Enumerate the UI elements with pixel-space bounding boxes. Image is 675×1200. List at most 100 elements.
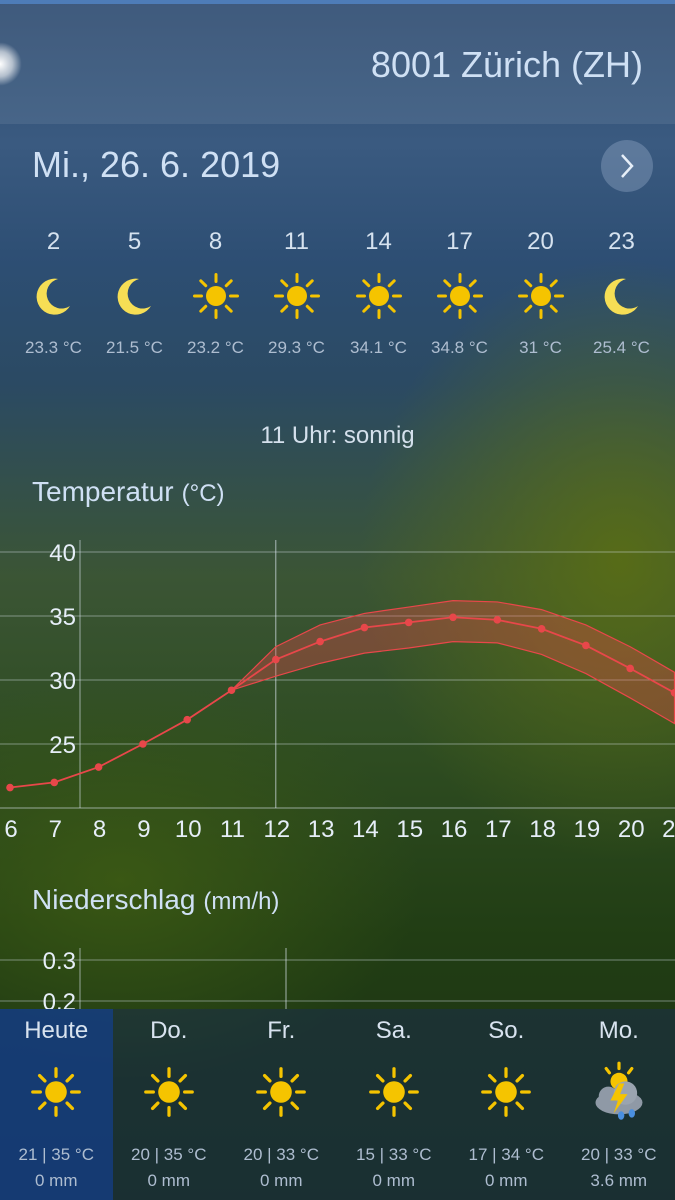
city-name[interactable]: 8001 Zürich (ZH) (371, 44, 643, 86)
hour-label: 5 (127, 228, 142, 255)
x-tick-label: 9 (137, 816, 150, 843)
moon-icon (13, 266, 94, 326)
sun-icon (113, 1057, 226, 1127)
hour-column[interactable]: 20 31 °C (500, 226, 581, 358)
hour-label: 23 (608, 228, 635, 255)
hour-temp: 25.4 °C (593, 338, 650, 357)
temperature-point (537, 625, 546, 633)
condition-text: 11 Uhr: sonnig (260, 422, 415, 449)
day-name: So. (488, 1017, 525, 1044)
y-tick-label: 0.2 (43, 989, 76, 1009)
temperature-chart[interactable]: 40 35 30 25 6 7 8 9 10 11 12 13 14 15 16 17 18 19 20 21 (0, 540, 675, 850)
hour-temp: 34.8 °C (431, 338, 488, 357)
hour-temp: 34.1 °C (350, 338, 407, 357)
day-temps: 21 | 35 °C (18, 1145, 94, 1164)
hour-label: 11 (284, 228, 309, 255)
day-precip: 0 mm (372, 1171, 416, 1190)
y-tick-label: 25 (49, 732, 76, 759)
y-tick-label: 40 (49, 540, 76, 567)
hour-temp: 29.3 °C (268, 338, 325, 357)
day-column[interactable]: Do. 20 | 35 °C 0 mm (112, 1009, 226, 1200)
sun-icon (450, 1057, 563, 1127)
hour-temp: 23.2 °C (187, 338, 244, 357)
temperature-point (6, 783, 14, 792)
date-label: Mi., 26. 6. 2019 (32, 144, 281, 185)
temperature-point (272, 655, 280, 664)
hour-temp: 23.3 °C (25, 338, 82, 357)
hour-label: 17 (446, 228, 473, 255)
x-tick-label: 14 (352, 816, 379, 843)
temperature-point (50, 778, 59, 787)
day-column[interactable]: Fr. 20 | 33 °C 0 mm (225, 1009, 338, 1200)
hour-label: 8 (208, 228, 223, 255)
x-tick-label: 11 (220, 816, 245, 843)
x-tick-label: 13 (308, 816, 335, 843)
temperature-point (404, 618, 413, 627)
x-tick-label: 6 (4, 816, 17, 843)
sun-icon (0, 1057, 113, 1127)
day-temps: 20 | 33 °C (581, 1145, 657, 1164)
precipitation-title: Niederschlag (mm/h) (32, 884, 279, 916)
day-temps: 17 | 34 °C (468, 1145, 544, 1164)
temperature-point (227, 686, 236, 695)
day-name: Fr. (267, 1017, 296, 1044)
chevron-right-icon (621, 154, 634, 178)
x-tick-label: 8 (93, 816, 106, 843)
x-tick-label: 10 (175, 816, 202, 843)
x-tick-label: 12 (263, 816, 290, 843)
temperature-point (94, 763, 103, 771)
sun-icon (256, 266, 337, 326)
day-name: Do. (150, 1017, 188, 1044)
precipitation-unit: (mm/h) (203, 888, 280, 915)
sun-icon (419, 266, 500, 326)
day-temps: 20 | 33 °C (243, 1145, 319, 1164)
x-tick-label: 18 (529, 816, 556, 843)
hour-label: 20 (527, 228, 554, 255)
hour-column[interactable]: 14 34.1 °C (338, 226, 419, 358)
hour-column[interactable]: 5 21.5 °C (94, 226, 175, 358)
temperature-point (360, 623, 369, 632)
day-precip: 0 mm (147, 1171, 191, 1190)
x-tick-label: 21 (662, 816, 675, 843)
hour-column[interactable]: 23 25.4 °C (581, 226, 662, 358)
moon-icon (581, 266, 662, 326)
date-bar: Mi., 26. 6. 2019 (0, 122, 675, 207)
day-precip: 0 mm (260, 1171, 303, 1190)
day-temps: 20 | 35 °C (131, 1145, 207, 1164)
temperature-point (316, 637, 324, 646)
thunderstorm-icon (563, 1057, 675, 1127)
temperature-point (582, 641, 590, 650)
day-column[interactable]: Mo. 20 | 33 °C 3.6 mm (562, 1009, 675, 1200)
day-column[interactable]: Heute 21 | 35 °C 0 mm (0, 1009, 113, 1200)
temperature-point (449, 613, 457, 622)
temperature-point (493, 616, 502, 624)
x-tick-label: 17 (485, 816, 512, 843)
hour-column[interactable]: 8 23.2 °C (175, 226, 256, 358)
next-day-button[interactable] (601, 140, 653, 192)
sun-icon (500, 266, 581, 326)
sun-icon (338, 1057, 451, 1127)
day-precip: 0 mm (35, 1171, 78, 1190)
temperature-point (139, 740, 147, 748)
y-tick-label: 35 (49, 604, 76, 631)
day-column[interactable]: Sa. 15 | 33 °C 0 mm (337, 1009, 451, 1200)
sun-glare (0, 42, 22, 86)
precipitation-title-label: Niederschlag (32, 884, 196, 915)
day-precip: 3.6 mm (590, 1171, 648, 1190)
hour-column[interactable]: 11 29.3 °C (256, 226, 337, 358)
hour-temp: 31 °C (519, 338, 562, 357)
day-column[interactable]: So. 17 | 34 °C 0 mm (450, 1009, 563, 1200)
hour-label: 14 (365, 228, 392, 255)
hourly-forecast: 2 23.3 °C 5 21.5 °C 8 23.2 °C 11 29.3 °C 14 … (0, 226, 675, 386)
hour-column[interactable]: 2 23.3 °C (13, 226, 94, 358)
x-tick-label: 19 (574, 816, 601, 843)
temperature-unit: (°C) (181, 480, 225, 507)
x-tick-label: 16 (441, 816, 468, 843)
day-precip: 0 mm (485, 1171, 528, 1190)
day-name: Heute (24, 1017, 89, 1044)
hour-column[interactable]: 17 34.8 °C (419, 226, 500, 358)
x-tick-label: 15 (396, 816, 423, 843)
precipitation-chart[interactable]: 0.3 0.2 (0, 940, 675, 1009)
x-tick-label: 20 (618, 816, 645, 843)
temperature-title-label: Temperatur (32, 476, 174, 507)
